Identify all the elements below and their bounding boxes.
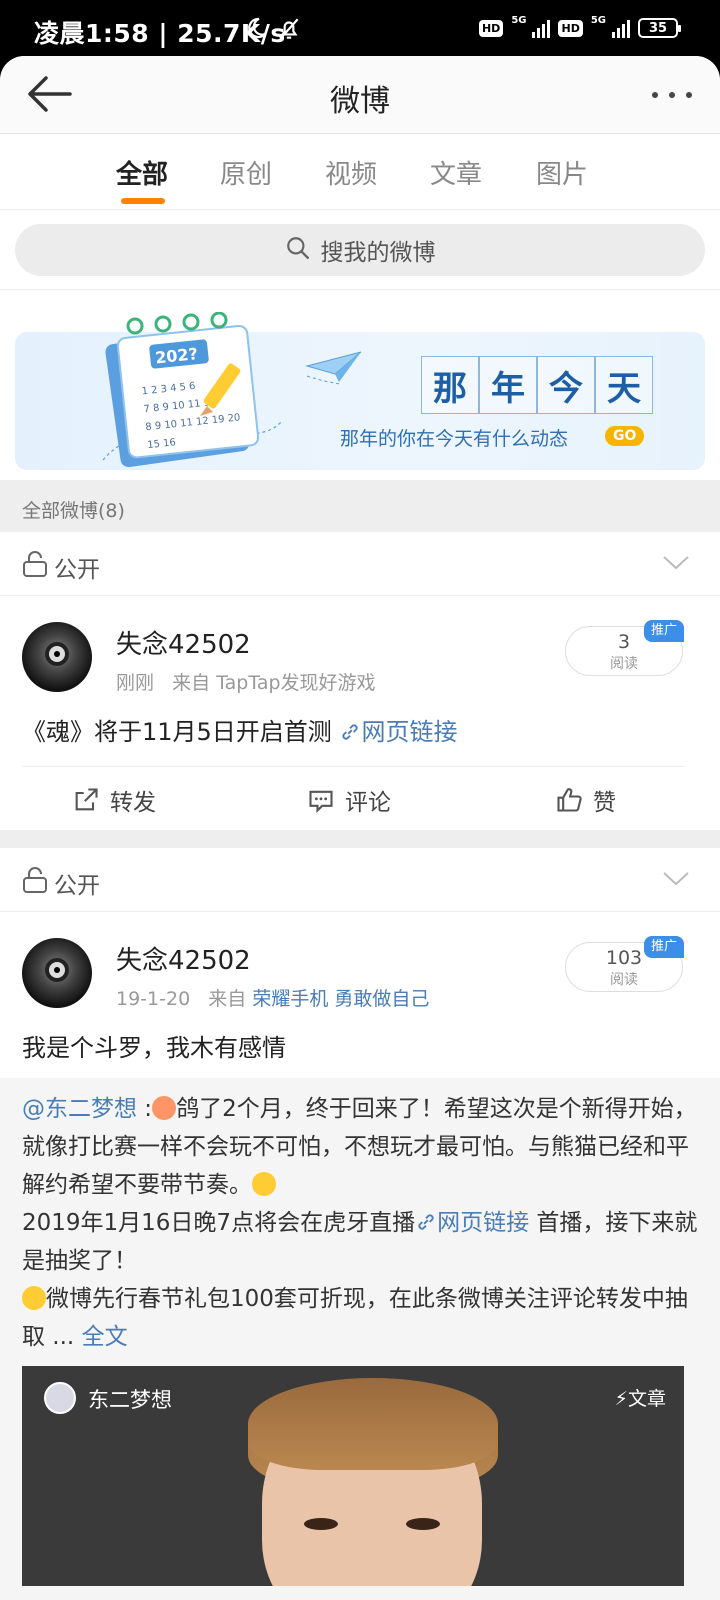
repost-text: @东二梦想 : 鸽了2个月，终于回来了！希望这次是个新得开始，就像打比赛一样不会玩… bbox=[22, 1096, 698, 1350]
card-author-name: 东二梦想 bbox=[88, 1388, 172, 1412]
privacy-label: 公开 bbox=[54, 557, 100, 583]
post-card: 失念42502 19-1-20 来自 荣耀手机 勇敢做自己 103 阅读 推广 … bbox=[0, 912, 720, 1600]
battery-icon: 35 bbox=[638, 18, 681, 38]
tab-all[interactable]: 全部 bbox=[116, 154, 168, 191]
network-type-2: 5G bbox=[590, 14, 606, 26]
source-prefix: 来自 bbox=[172, 672, 211, 694]
chevron-down-icon[interactable] bbox=[662, 870, 690, 892]
post-privacy-bar[interactable]: 公开 bbox=[0, 532, 720, 596]
article-tag: ⚡文章 bbox=[614, 1388, 666, 1410]
post-actions: 转发 评论 赞 bbox=[22, 766, 685, 830]
title-char: 那 bbox=[421, 356, 479, 414]
reposted-content[interactable]: @东二梦想 : 鸽了2个月，终于回来了！希望这次是个新得开始，就像打比赛一样不会玩… bbox=[0, 1078, 720, 1600]
read-label: 阅读 bbox=[610, 972, 638, 988]
post-time: 刚刚 bbox=[116, 672, 155, 694]
web-link[interactable]: 网页链接 bbox=[339, 718, 457, 746]
banner-subtitle: 那年的你在今天有什么动态 bbox=[340, 428, 569, 450]
status-bar: 凌晨1:58 | 25.7K/s HD 5G HD 5G 35 bbox=[0, 0, 720, 56]
read-label: 阅读 bbox=[610, 656, 638, 672]
thumbs-up-icon bbox=[557, 788, 582, 812]
tab-original[interactable]: 原创 bbox=[220, 154, 272, 191]
on-this-day-title: 那 年 今 天 bbox=[421, 356, 653, 414]
calendar-illustration: 202? 1 2 3 4 5 6 7 8 9 10 11 12 8 9 10 1… bbox=[102, 312, 282, 468]
tab-image[interactable]: 图片 bbox=[536, 154, 588, 191]
like-button[interactable]: 赞 bbox=[555, 783, 616, 817]
signal-icon bbox=[532, 18, 551, 38]
avatar[interactable] bbox=[22, 622, 92, 692]
post-content: 我是个斗罗，我木有感情 bbox=[22, 1034, 286, 1062]
post-divider bbox=[0, 830, 720, 848]
search-icon bbox=[285, 235, 311, 265]
title-char: 天 bbox=[595, 356, 653, 414]
card-author-avatar bbox=[44, 1382, 76, 1414]
comment-icon bbox=[309, 790, 333, 814]
app-window: 微博 全部 原创 视频 文章 图片 搜我的微博 202? 1 2 3 4 5 6… bbox=[0, 56, 720, 1600]
search-input[interactable]: 搜我的微博 bbox=[15, 224, 705, 276]
mention-link[interactable]: @东二梦想 bbox=[22, 1096, 137, 1122]
paper-plane-icon bbox=[305, 351, 362, 385]
username[interactable]: 失念42502 bbox=[116, 624, 251, 661]
avatar[interactable] bbox=[22, 938, 92, 1008]
repost-button[interactable]: 转发 bbox=[72, 783, 156, 817]
article-card[interactable]: 东二梦想 ⚡文章 bbox=[22, 1366, 684, 1586]
post-source: TapTap发现好游戏 bbox=[216, 672, 376, 694]
signal-icon-2 bbox=[612, 18, 630, 38]
chevron-down-icon[interactable] bbox=[662, 554, 690, 576]
go-button[interactable]: GO bbox=[605, 426, 645, 446]
laugh-emoji-icon bbox=[252, 1172, 276, 1196]
privacy-label: 公开 bbox=[54, 873, 100, 899]
page-title: 微博 bbox=[330, 84, 390, 119]
more-options-icon[interactable] bbox=[652, 92, 692, 98]
full-text-link[interactable]: 全文 bbox=[82, 1324, 128, 1350]
tab-video[interactable]: 视频 bbox=[325, 154, 377, 191]
search-placeholder: 搜我的微博 bbox=[320, 240, 436, 266]
source-prefix: 来自 bbox=[208, 988, 247, 1010]
moon-icon bbox=[244, 16, 268, 44]
promote-badge[interactable]: 推广 bbox=[644, 620, 684, 642]
unlock-icon bbox=[22, 550, 48, 582]
repost-icon bbox=[75, 788, 98, 811]
unlock-icon bbox=[22, 866, 48, 898]
post-content: 《魂》将于11月5日开启首测 bbox=[22, 718, 332, 746]
web-link[interactable]: 网页链接 bbox=[415, 1210, 529, 1236]
post-meta: 19-1-20 来自 荣耀手机 勇敢做自己 bbox=[116, 984, 429, 1011]
title-char: 年 bbox=[479, 356, 537, 414]
hd-badge: HD bbox=[478, 19, 504, 37]
post-text: 《魂》将于11月5日开启首测 网页链接 bbox=[22, 712, 457, 747]
title-bar: 微博 bbox=[0, 56, 720, 134]
search-area: 搜我的微博 bbox=[0, 210, 720, 290]
active-tab-indicator bbox=[121, 198, 165, 204]
post-card: 失念42502 刚刚 来自 TapTap发现好游戏 3 阅读 推广 《魂》将于1… bbox=[0, 596, 720, 830]
post-meta: 刚刚 来自 TapTap发现好游戏 bbox=[116, 668, 376, 695]
post-time: 19-1-20 bbox=[116, 988, 191, 1010]
bell-off-icon bbox=[276, 16, 302, 46]
hd-badge-2: HD bbox=[558, 19, 583, 37]
promote-badge[interactable]: 推广 bbox=[644, 936, 684, 958]
title-char: 今 bbox=[537, 356, 595, 414]
network-type: 5G bbox=[511, 14, 527, 26]
username[interactable]: 失念42502 bbox=[116, 940, 251, 977]
filter-tabs: 全部 原创 视频 文章 图片 bbox=[0, 134, 720, 210]
smile-emoji-icon bbox=[22, 1286, 46, 1310]
on-this-day-banner[interactable]: 202? 1 2 3 4 5 6 7 8 9 10 11 12 8 9 10 1… bbox=[15, 312, 705, 470]
comment-button[interactable]: 评论 bbox=[307, 783, 391, 817]
tab-article[interactable]: 文章 bbox=[430, 154, 482, 191]
link-icon bbox=[418, 1214, 434, 1230]
sad-emoji-icon bbox=[152, 1096, 177, 1120]
banner-area: 202? 1 2 3 4 5 6 7 8 9 10 11 12 8 9 10 1… bbox=[0, 290, 720, 480]
status-icons: HD 5G HD 5G 35 bbox=[478, 14, 681, 38]
link-icon bbox=[342, 724, 359, 740]
post-privacy-bar[interactable]: 公开 bbox=[0, 848, 720, 912]
all-posts-count: 全部微博(8) bbox=[0, 480, 720, 532]
post-source[interactable]: 荣耀手机 勇敢做自己 bbox=[252, 988, 429, 1010]
